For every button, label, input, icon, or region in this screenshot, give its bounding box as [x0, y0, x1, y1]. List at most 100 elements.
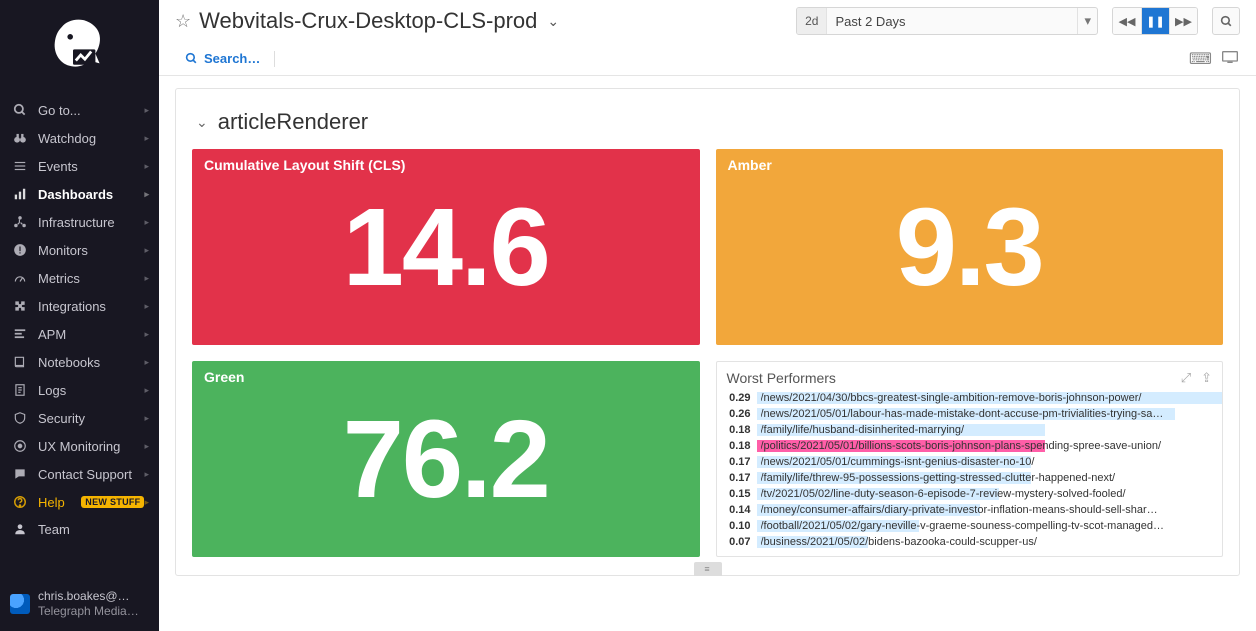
sidebar-item-monitors[interactable]: Monitors▸ — [0, 236, 159, 264]
worst-row-bar: /news/2021/05/01/cummings-isnt-genius-di… — [757, 455, 1223, 469]
worst-row[interactable]: 0.14/money/consumer-affairs/diary-privat… — [717, 502, 1223, 518]
search-icon — [1220, 15, 1233, 28]
worst-row[interactable]: 0.18/politics/2021/05/01/billions-scots-… — [717, 438, 1223, 454]
tile-green[interactable]: Green 76.2 — [192, 361, 700, 557]
worst-row[interactable]: 0.17/family/life/threw-95-possessions-ge… — [717, 470, 1223, 486]
tile-cls[interactable]: Cumulative Layout Shift (CLS) 14.6 — [192, 149, 700, 345]
subbar-divider — [274, 51, 275, 67]
chevron-right-icon: ▸ — [144, 217, 149, 228]
sidebar-item-events[interactable]: Events▸ — [0, 152, 159, 180]
worst-row-value: 0.17 — [717, 456, 757, 468]
worst-row[interactable]: 0.18/family/life/husband-disinherited-ma… — [717, 422, 1223, 438]
sidebar-item-contact-support[interactable]: Contact Support▸ — [0, 460, 159, 488]
fullscreen-icon[interactable] — [1222, 50, 1238, 68]
chevron-right-icon: ▸ — [144, 357, 149, 368]
user-block[interactable]: chris.boakes@… Telegraph Media… — [0, 585, 159, 623]
worst-row[interactable]: 0.29/news/2021/04/30/bbcs-greatest-singl… — [717, 390, 1223, 406]
tile-amber[interactable]: Amber 9.3 — [716, 149, 1224, 345]
worst-row-value: 0.14 — [717, 504, 757, 516]
sidebar-item-ux-monitoring[interactable]: UX Monitoring▸ — [0, 432, 159, 460]
search-icon — [185, 52, 198, 65]
subbar: Search… ⌨ — [159, 42, 1256, 76]
worst-row[interactable]: 0.10/football/2021/05/02/gary-neville-v-… — [717, 518, 1223, 534]
export-icon[interactable]: ⇪ — [1201, 370, 1212, 386]
user-org: Telegraph Media… — [38, 604, 139, 619]
datadog-logo-icon — [45, 13, 115, 83]
chevron-right-icon: ▸ — [144, 273, 149, 284]
sidebar-item-security[interactable]: Security▸ — [0, 404, 159, 432]
time-range-label: Past 2 Days — [827, 14, 1077, 29]
chevron-down-icon[interactable]: ⌄ — [196, 114, 208, 131]
logo[interactable] — [0, 0, 159, 96]
worst-row-bar: /money/consumer-affairs/diary-private-in… — [757, 503, 1223, 517]
sidebar: Go to...▸Watchdog▸Events▸Dashboards▸Infr… — [0, 0, 159, 631]
chevron-right-icon: ▸ — [144, 497, 149, 508]
apm-icon — [10, 327, 30, 341]
worst-row-path: /news/2021/05/01/labour-has-made-mistake… — [761, 407, 1219, 421]
worst-row-path: /tv/2021/05/02/line-duty-season-6-episod… — [761, 487, 1219, 501]
time-range-chip: 2d — [797, 8, 827, 34]
sidebar-item-notebooks[interactable]: Notebooks▸ — [0, 348, 159, 376]
expand-icon[interactable]: ⤢ — [1181, 370, 1191, 386]
sidebar-item-label: Go to... — [38, 103, 144, 118]
section-title: articleRenderer — [218, 109, 368, 135]
sidebar-item-go-to[interactable]: Go to...▸ — [0, 96, 159, 124]
worst-row-bar: /news/2021/04/30/bbcs-greatest-single-am… — [757, 391, 1223, 405]
search-link-label: Search… — [204, 51, 260, 66]
time-range-picker[interactable]: 2d Past 2 Days ▾ — [796, 7, 1098, 35]
worst-row[interactable]: 0.17/news/2021/05/01/cummings-isnt-geniu… — [717, 454, 1223, 470]
sidebar-item-team[interactable]: Team — [0, 516, 159, 542]
sidebar-item-infrastructure[interactable]: Infrastructure▸ — [0, 208, 159, 236]
sidebar-item-help[interactable]: HelpNEW STUFF▸ — [0, 488, 159, 516]
time-range-caret-icon[interactable]: ▾ — [1077, 8, 1097, 34]
sidebar-item-apm[interactable]: APM▸ — [0, 320, 159, 348]
shield-icon — [10, 411, 30, 425]
sidebar-item-dashboards[interactable]: Dashboards▸ — [0, 180, 159, 208]
step-back-button[interactable]: ◀◀ — [1113, 8, 1141, 34]
worst-row[interactable]: 0.26/news/2021/05/01/labour-has-made-mis… — [717, 406, 1223, 422]
chevron-right-icon: ▸ — [144, 245, 149, 256]
main: ☆ Webvitals-Crux-Desktop-CLS-prod ⌄ 2d P… — [159, 0, 1256, 631]
sidebar-item-label: Metrics — [38, 271, 144, 286]
keyboard-icon[interactable]: ⌨ — [1189, 49, 1212, 69]
sidebar-item-label: APM — [38, 327, 144, 342]
worst-row-value: 0.18 — [717, 424, 757, 436]
sidebar-item-watchdog[interactable]: Watchdog▸ — [0, 124, 159, 152]
worst-row-value: 0.10 — [717, 520, 757, 532]
chevron-right-icon: ▸ — [144, 161, 149, 172]
alert-icon — [10, 243, 30, 257]
worst-row-bar: /family/life/threw-95-possessions-gettin… — [757, 471, 1223, 485]
sidebar-item-label: UX Monitoring — [38, 439, 144, 454]
sidebar-item-integrations[interactable]: Integrations▸ — [0, 292, 159, 320]
worst-row-bar: /news/2021/05/01/labour-has-made-mistake… — [757, 407, 1223, 421]
tile-worst-performers[interactable]: Worst Performers ⤢ ⇪ 0.29/news/2021/04/3… — [716, 361, 1224, 557]
tile-grid: Cumulative Layout Shift (CLS) 14.6 Amber… — [192, 149, 1223, 557]
dashboard-title: Webvitals-Crux-Desktop-CLS-prod — [199, 8, 537, 34]
dashboard-icon — [10, 187, 30, 201]
search-link[interactable]: Search… — [177, 51, 268, 66]
search-icon — [10, 103, 30, 117]
worst-row-path: /business/2021/05/02/bidens-bazooka-coul… — [761, 535, 1219, 549]
global-search-button[interactable] — [1212, 7, 1240, 35]
puzzle-icon — [10, 299, 30, 313]
pause-button[interactable]: ❚❚ — [1141, 8, 1169, 34]
new-badge: NEW STUFF — [81, 496, 144, 508]
chevron-right-icon: ▸ — [144, 189, 149, 200]
step-forward-button[interactable]: ▶▶ — [1169, 8, 1197, 34]
chevron-right-icon: ▸ — [144, 301, 149, 312]
resize-grip[interactable]: ≡ — [694, 562, 722, 576]
sidebar-item-logs[interactable]: Logs▸ — [0, 376, 159, 404]
sidebar-item-metrics[interactable]: Metrics▸ — [0, 264, 159, 292]
sidebar-item-label: Dashboards — [38, 187, 144, 202]
tile-cls-value: 14.6 — [192, 149, 700, 345]
sidebar-item-label: Notebooks — [38, 355, 144, 370]
worst-row[interactable]: 0.15/tv/2021/05/02/line-duty-season-6-ep… — [717, 486, 1223, 502]
sidebar-item-label: Monitors — [38, 243, 144, 258]
ux-icon — [10, 439, 30, 453]
star-icon[interactable]: ☆ — [175, 11, 191, 32]
title-dropdown-icon[interactable]: ⌄ — [547, 13, 559, 30]
worst-row-value: 0.07 — [717, 536, 757, 548]
section-header[interactable]: ⌄ articleRenderer — [196, 109, 1223, 135]
worst-row[interactable]: 0.07/business/2021/05/02/bidens-bazooka-… — [717, 534, 1223, 550]
worst-row-path: /news/2021/05/01/cummings-isnt-genius-di… — [761, 455, 1219, 469]
